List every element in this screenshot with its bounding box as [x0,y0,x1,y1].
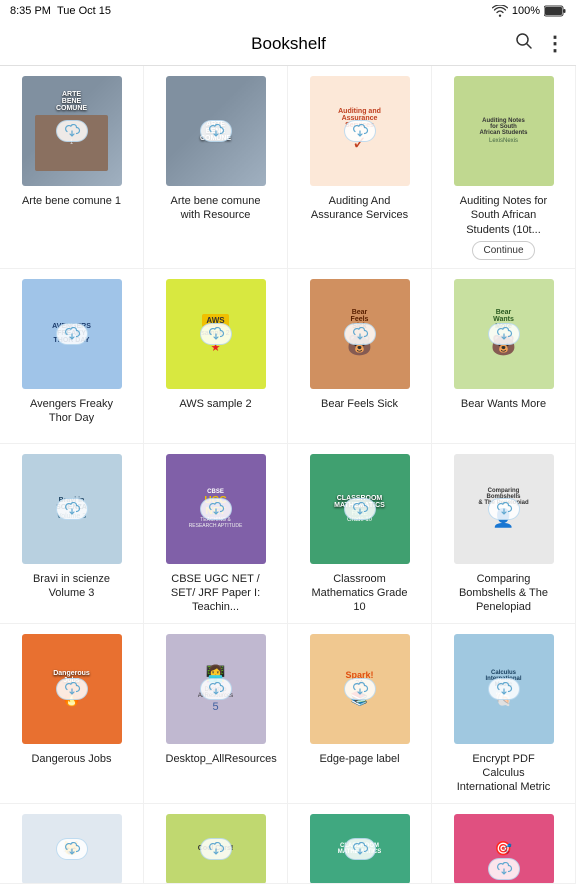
cloud-download-icon [56,838,88,860]
book-item-bottom1[interactable]: 😸 [0,804,144,884]
cloud-download-icon [56,498,88,520]
cloud-overlay-version [488,858,520,880]
book-item-arte1[interactable]: ARTEBENECOMUNE 1 Arte bene comune 1 [0,66,144,269]
cloud-download-icon [488,678,520,700]
cloud-download-icon [488,498,520,520]
book-title: Edge-page label [319,752,399,766]
app-header: Bookshelf ⋮ [0,22,576,66]
more-icon[interactable]: ⋮ [545,31,564,56]
cloud-download-icon [56,120,88,142]
cloud-download-icon [344,678,376,700]
book-item-bearwants[interactable]: BearWantsMore 🐻 Bear Wants More [432,269,576,444]
status-bar: 8:35 PM Tue Oct 15 100% [0,0,576,22]
status-indicators: 100% [492,5,566,17]
search-icon[interactable] [515,32,533,55]
cloud-download-icon [200,120,232,142]
book-item-encrypt[interactable]: CalculusInternationalMetric 🐚 Encrypt PD… [432,624,576,804]
book-title: Arte bene comune with Resource [166,194,266,223]
book-title: Comparing Bombshells & The Penelopiad [454,572,554,615]
book-title: Encrypt PDF Calculus International Metri… [454,752,554,795]
book-title: AWS sample 2 [179,397,251,411]
cloud-download-icon [200,838,232,860]
book-item-auditingnotes[interactable]: Auditing Notesfor SouthAfrican Students … [432,66,576,269]
cloud-download-icon [200,678,232,700]
book-item-bottom2[interactable]: Cool Cars! [144,804,288,884]
cloud-download-icon [344,120,376,142]
book-title: Auditing And Assurance Services [310,194,410,223]
book-item-auditing[interactable]: Auditing andAssuranceServices ✓ Auditing… [288,66,432,269]
header-actions: ⋮ [515,31,564,56]
cloud-download-icon [344,323,376,345]
book-item-cbse[interactable]: CBSE UGCNET TEACHING &RESEARCH APTITUDE … [144,444,288,624]
book-title: Classroom Mathematics Grade 10 [310,572,410,615]
book-item-bravi[interactable]: Bravi inSCIENZA Volume 3 Bravi in scienz… [0,444,144,624]
book-item-aws[interactable]: AWS sample 2 ★ AWS sample 2 [144,269,288,444]
book-title: Bear Feels Sick [321,397,398,411]
book-item-bottom3[interactable]: CLASSROOMMATHEMATICS [288,804,432,884]
battery-percent: 100% [512,5,540,17]
book-item-comparing[interactable]: ComparingBombshells& The Penelopiad 👤 Co… [432,444,576,624]
book-item-arte2[interactable]: ARTEBENECOMUNE Arte bene comune with Res… [144,66,288,269]
book-title: Bear Wants More [461,397,546,411]
book-item-edge[interactable]: Spark! 2A 📚 Edge-page label [288,624,432,804]
cloud-download-icon [200,498,232,520]
book-item-bottom4[interactable]: 🎯 Version 2.4.1 (1150482) [432,804,576,884]
book-item-classroom[interactable]: CLASSROOMMATHEMATICS FREE Grade 10 Class… [288,444,432,624]
book-title: CBSE UGC NET / SET/ JRF Paper I: Teachin… [166,572,266,615]
status-time: 8:35 PM [10,5,51,17]
continue-button[interactable]: Continue [472,241,534,260]
book-title: Bravi in scienze Volume 3 [22,572,122,601]
status-date: Tue Oct 15 [57,5,111,17]
battery-icon [544,5,566,17]
cloud-download-icon [56,678,88,700]
book-title: Auditing Notes for South African Student… [454,194,554,237]
book-item-desktop[interactable]: 👩‍💻 DesktopAllResources 5 Desktop_AllRes… [144,624,288,804]
book-item-avengers[interactable]: AVENGERSFREAKYTHOR DAY Avengers Freaky T… [0,269,144,444]
cloud-download-icon [488,323,520,345]
page-title: Bookshelf [62,34,515,54]
cloud-download-icon [56,323,88,345]
cloud-download-icon [344,498,376,520]
status-time-date: 8:35 PM Tue Oct 15 [10,5,111,17]
book-title: Arte bene comune 1 [22,194,121,208]
cloud-download-icon [344,838,376,860]
book-item-dangerous[interactable]: DangerousJobs 🔥 Dangerous Jobs [0,624,144,804]
bookshelf-grid: ARTEBENECOMUNE 1 Arte bene comune 1 ARTE… [0,66,576,884]
book-item-bearfeel[interactable]: BearFeelsSick 🐻 Bear Feels Sick [288,269,432,444]
cloud-download-icon [200,323,232,345]
book-title: Desktop_AllResources [166,752,266,766]
book-title: Dangerous Jobs [31,752,111,766]
wifi-icon [492,5,508,17]
book-title: Avengers Freaky Thor Day [22,397,122,426]
